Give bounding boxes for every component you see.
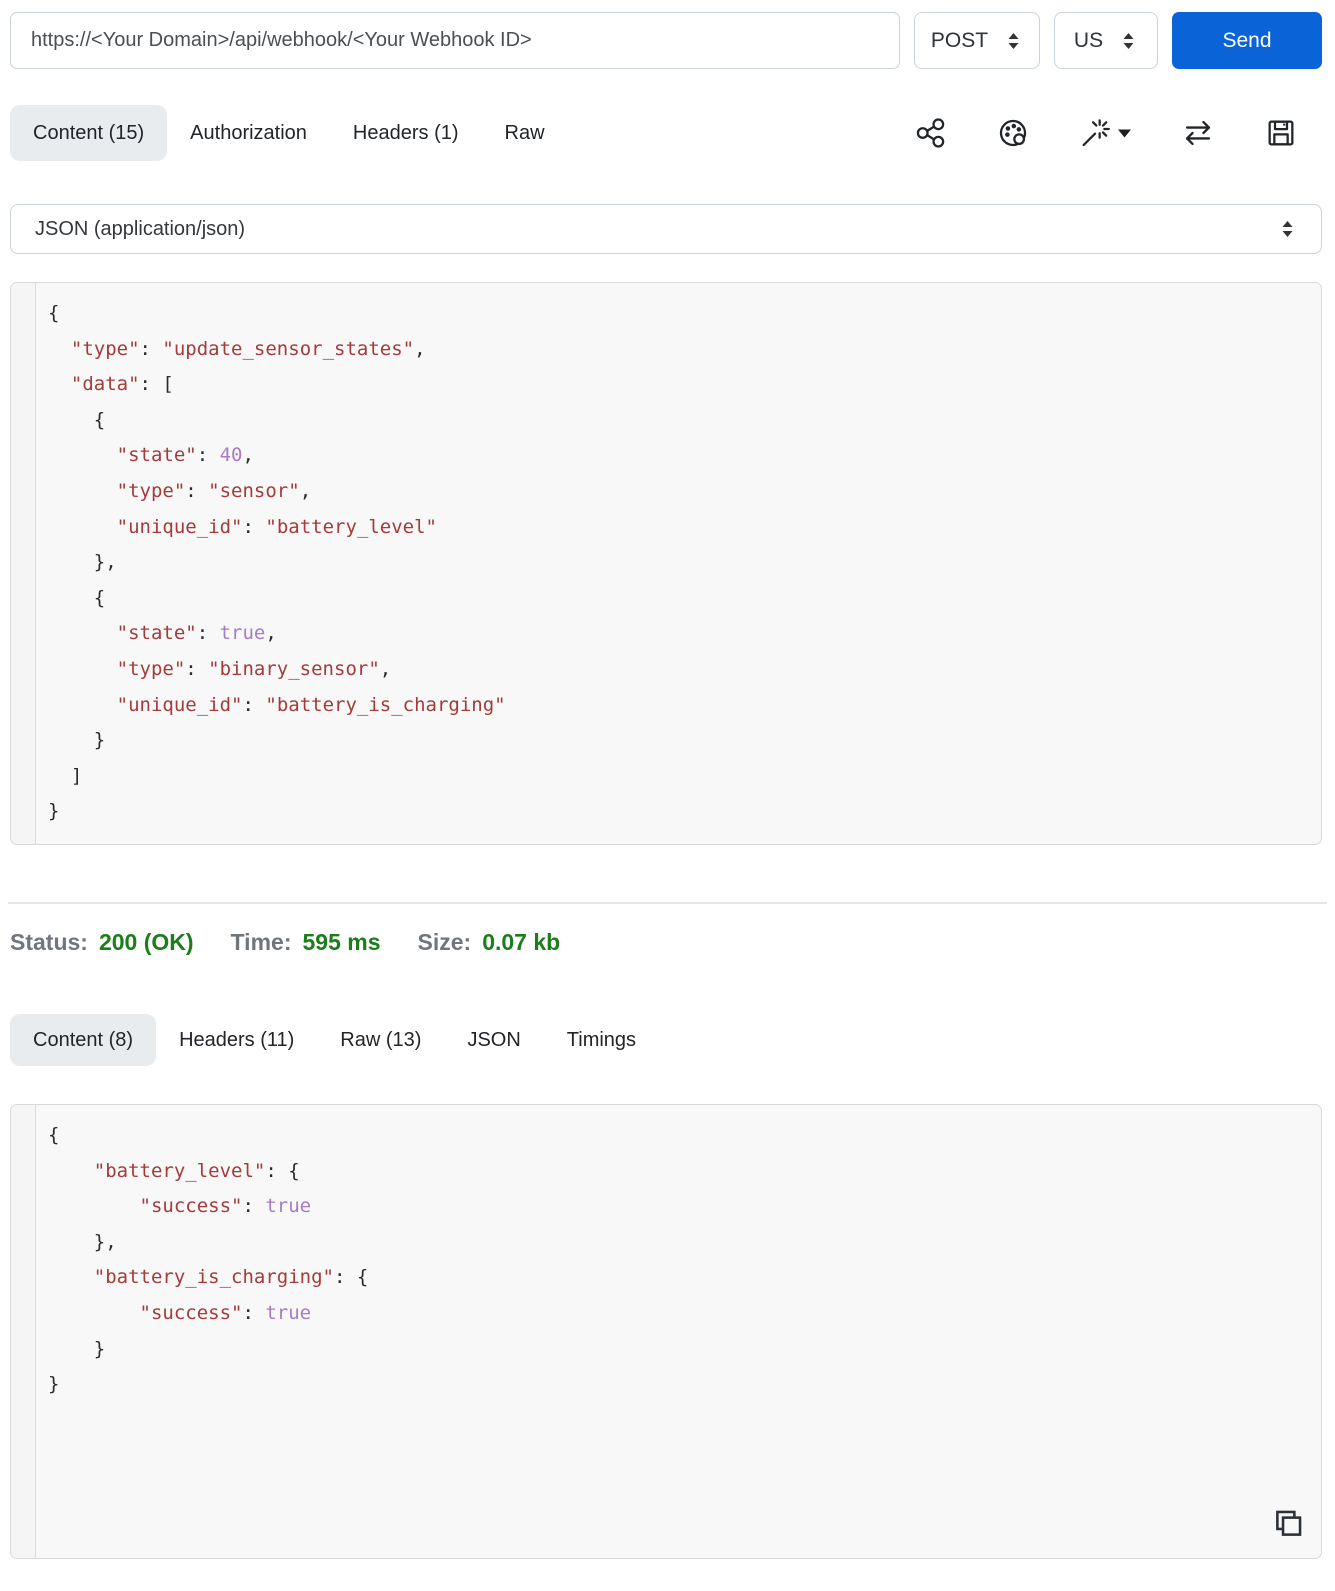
viewer-gutter <box>11 1105 36 1558</box>
save-request-button[interactable] <box>1265 117 1297 149</box>
section-divider <box>8 902 1327 904</box>
request-toolbar <box>915 117 1315 149</box>
copy-icon[interactable] <box>1271 1507 1305 1541</box>
tab-response-content[interactable]: Content (8) <box>10 1014 157 1066</box>
magic-wand-icon[interactable] <box>1079 117 1111 149</box>
request-url-bar: POST US Send <box>10 12 1322 69</box>
time-label: Time: <box>230 929 292 955</box>
body-type-select-value: JSON (application/json) <box>35 217 246 240</box>
tab-authorization[interactable]: Authorization <box>167 105 330 161</box>
copy-response-button[interactable] <box>1271 1507 1305 1544</box>
time-value: 595 ms <box>302 929 381 955</box>
tab-response-headers[interactable]: Headers (11) <box>156 1014 317 1066</box>
share-button[interactable] <box>915 117 947 149</box>
method-select[interactable]: POST <box>914 12 1040 69</box>
response-tabs: Content (8) Headers (11) Raw (13) JSON T… <box>10 1014 1315 1066</box>
updown-arrows-icon <box>1008 32 1019 49</box>
swap-format-button[interactable] <box>1181 118 1215 148</box>
request-body-editor[interactable]: { "type": "update_sensor_states", "data"… <box>10 282 1322 845</box>
response-body-viewer: { "battery_level": { "success": true }, … <box>10 1104 1322 1559</box>
tab-response-timings[interactable]: Timings <box>544 1014 659 1066</box>
tab-content[interactable]: Content (15) <box>10 105 168 161</box>
share-icon[interactable] <box>915 117 947 149</box>
save-icon[interactable] <box>1265 117 1297 149</box>
chevron-down-icon <box>1118 129 1131 137</box>
response-body-code: { "battery_level": { "success": true }, … <box>48 1124 369 1396</box>
updown-arrows-icon <box>1282 221 1293 237</box>
send-button[interactable]: Send <box>1172 12 1322 69</box>
status-label: Status: <box>10 929 88 955</box>
request-body-code[interactable]: { "type": "update_sensor_states", "data"… <box>36 283 516 844</box>
request-tabs: Content (15) Authorization Headers (1) R… <box>10 105 1315 161</box>
locale-select[interactable]: US <box>1054 12 1158 69</box>
body-type-select[interactable]: JSON (application/json) <box>10 204 1322 254</box>
locale-select-value: US <box>1073 28 1104 52</box>
url-input[interactable] <box>10 12 900 69</box>
response-status-bar: Status: 200 (OK) Time: 595 ms Size: 0.07… <box>10 929 1335 956</box>
status-value: 200 (OK) <box>98 929 194 955</box>
palette-icon[interactable] <box>997 117 1029 149</box>
method-select-value: POST <box>930 28 989 52</box>
tab-raw[interactable]: Raw <box>482 105 568 161</box>
magic-actions-button[interactable] <box>1079 117 1131 149</box>
swap-arrows-icon[interactable] <box>1181 118 1215 148</box>
editor-gutter <box>11 283 36 844</box>
size-value: 0.07 kb <box>482 929 561 955</box>
size-label: Size: <box>417 929 472 955</box>
updown-arrows-icon <box>1123 32 1134 49</box>
theme-button[interactable] <box>997 117 1029 149</box>
tab-response-json[interactable]: JSON <box>444 1014 543 1066</box>
tab-headers[interactable]: Headers (1) <box>330 105 482 161</box>
tab-response-raw[interactable]: Raw (13) <box>317 1014 444 1066</box>
